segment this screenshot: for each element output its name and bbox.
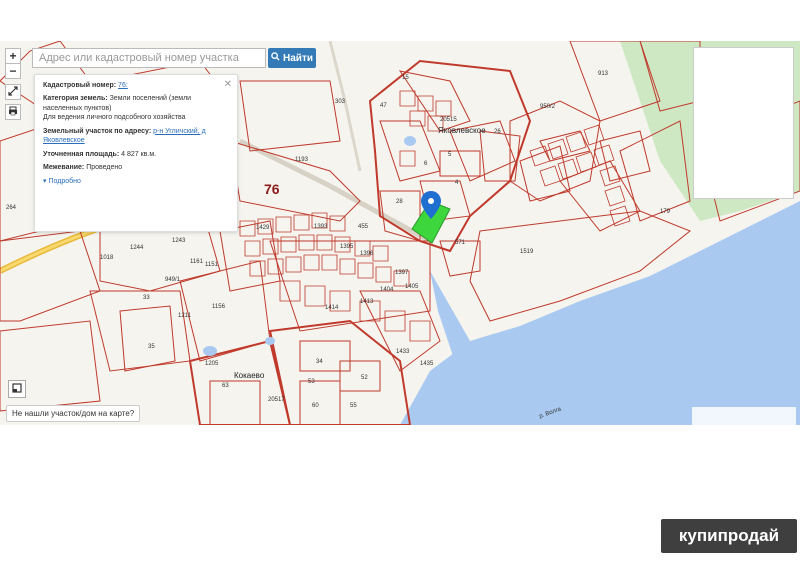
svg-text:455: 455 <box>358 224 369 230</box>
quarter-label-76: 76 <box>264 181 280 197</box>
svg-text:1211: 1211 <box>178 313 192 319</box>
place-yakovlevskoe: Яковлевское <box>438 126 486 135</box>
svg-text:1404: 1404 <box>380 287 394 293</box>
survey-value: Проведено <box>86 164 123 172</box>
zoom-out-button[interactable]: − <box>5 63 21 79</box>
svg-text:1018: 1018 <box>100 255 114 261</box>
close-icon[interactable]: ✕ <box>224 78 232 92</box>
svg-text:1395: 1395 <box>340 244 354 250</box>
quarter-label-20515: 20515 <box>440 117 457 123</box>
svg-text:63: 63 <box>222 383 229 389</box>
svg-text:1433: 1433 <box>396 349 410 355</box>
survey-label: Межевание: <box>43 164 85 172</box>
layers-panel <box>693 47 794 199</box>
svg-text:1243: 1243 <box>172 238 186 244</box>
quarter-label-20517: 20517 <box>268 397 285 403</box>
search-input[interactable] <box>32 48 266 68</box>
search-button[interactable]: Найти <box>268 48 316 68</box>
cadastral-number-link[interactable]: 76: <box>118 82 128 89</box>
svg-text:1396: 1396 <box>360 251 374 257</box>
svg-text:303: 303 <box>335 99 346 105</box>
svg-text:33: 33 <box>143 295 150 301</box>
svg-text:913: 913 <box>598 71 609 77</box>
svg-text:47: 47 <box>380 103 387 109</box>
svg-text:1397: 1397 <box>395 270 409 276</box>
svg-text:1193: 1193 <box>295 157 309 163</box>
svg-text:1244: 1244 <box>130 245 144 251</box>
print-button[interactable] <box>5 104 21 120</box>
svg-text:26: 26 <box>494 129 501 135</box>
svg-text:1413: 1413 <box>360 299 374 305</box>
search-button-label: Найти <box>283 52 313 64</box>
svg-text:1435: 1435 <box>420 361 434 367</box>
land-category-label: Категория земель: <box>43 95 108 103</box>
zoom-in-button[interactable]: + <box>5 48 21 64</box>
parcel-info-panel: ✕ Кадастровый номер: 76: Категория земел… <box>34 74 238 232</box>
svg-text:1151: 1151 <box>205 262 219 268</box>
svg-text:55: 55 <box>350 403 357 409</box>
svg-text:950/2: 950/2 <box>540 104 556 110</box>
search-icon <box>271 52 280 64</box>
caret-down-icon: ▾ <box>43 177 47 185</box>
svg-text:15: 15 <box>402 75 409 81</box>
details-link[interactable]: ▾ Подробно <box>43 177 81 186</box>
layers-icon <box>12 380 22 398</box>
svg-text:35: 35 <box>148 344 155 350</box>
svg-text:52: 52 <box>361 375 368 381</box>
svg-text:28: 28 <box>396 199 403 205</box>
area-value: 4 827 кв.м. <box>121 150 157 158</box>
svg-text:949/1: 949/1 <box>165 277 181 283</box>
svg-text:34: 34 <box>316 359 323 365</box>
svg-text:60: 60 <box>312 403 319 409</box>
svg-text:1414: 1414 <box>325 305 339 311</box>
fullscreen-button[interactable] <box>5 84 21 100</box>
svg-text:1161: 1161 <box>190 259 204 265</box>
watermark-logo: купипродай <box>661 519 797 553</box>
place-kokaevo: Кокаево <box>234 371 265 380</box>
svg-text:264: 264 <box>6 205 17 211</box>
layers-toggle-button[interactable] <box>8 380 26 398</box>
not-found-button[interactable]: Не нашли участок/дом на карте? <box>6 405 141 422</box>
print-icon <box>8 105 18 119</box>
svg-text:53: 53 <box>308 379 315 385</box>
address-label: Земельный участок по адресу: <box>43 127 152 135</box>
svg-text:1205: 1205 <box>205 361 219 367</box>
svg-text:1156: 1156 <box>212 304 226 310</box>
svg-text:571: 571 <box>455 240 466 246</box>
svg-text:1393: 1393 <box>314 224 328 230</box>
svg-text:179: 179 <box>660 209 671 215</box>
svg-text:1429: 1429 <box>256 225 270 231</box>
svg-text:1405: 1405 <box>405 284 419 290</box>
svg-text:1519: 1519 <box>520 249 534 255</box>
map-attribution <box>692 407 796 425</box>
expand-icon <box>8 85 18 99</box>
cadastral-number-label: Кадастровый номер: <box>43 82 117 89</box>
land-usage-value: Для ведения личного подсобного хозяйства <box>43 114 186 122</box>
area-label: Уточненная площадь: <box>43 150 120 158</box>
